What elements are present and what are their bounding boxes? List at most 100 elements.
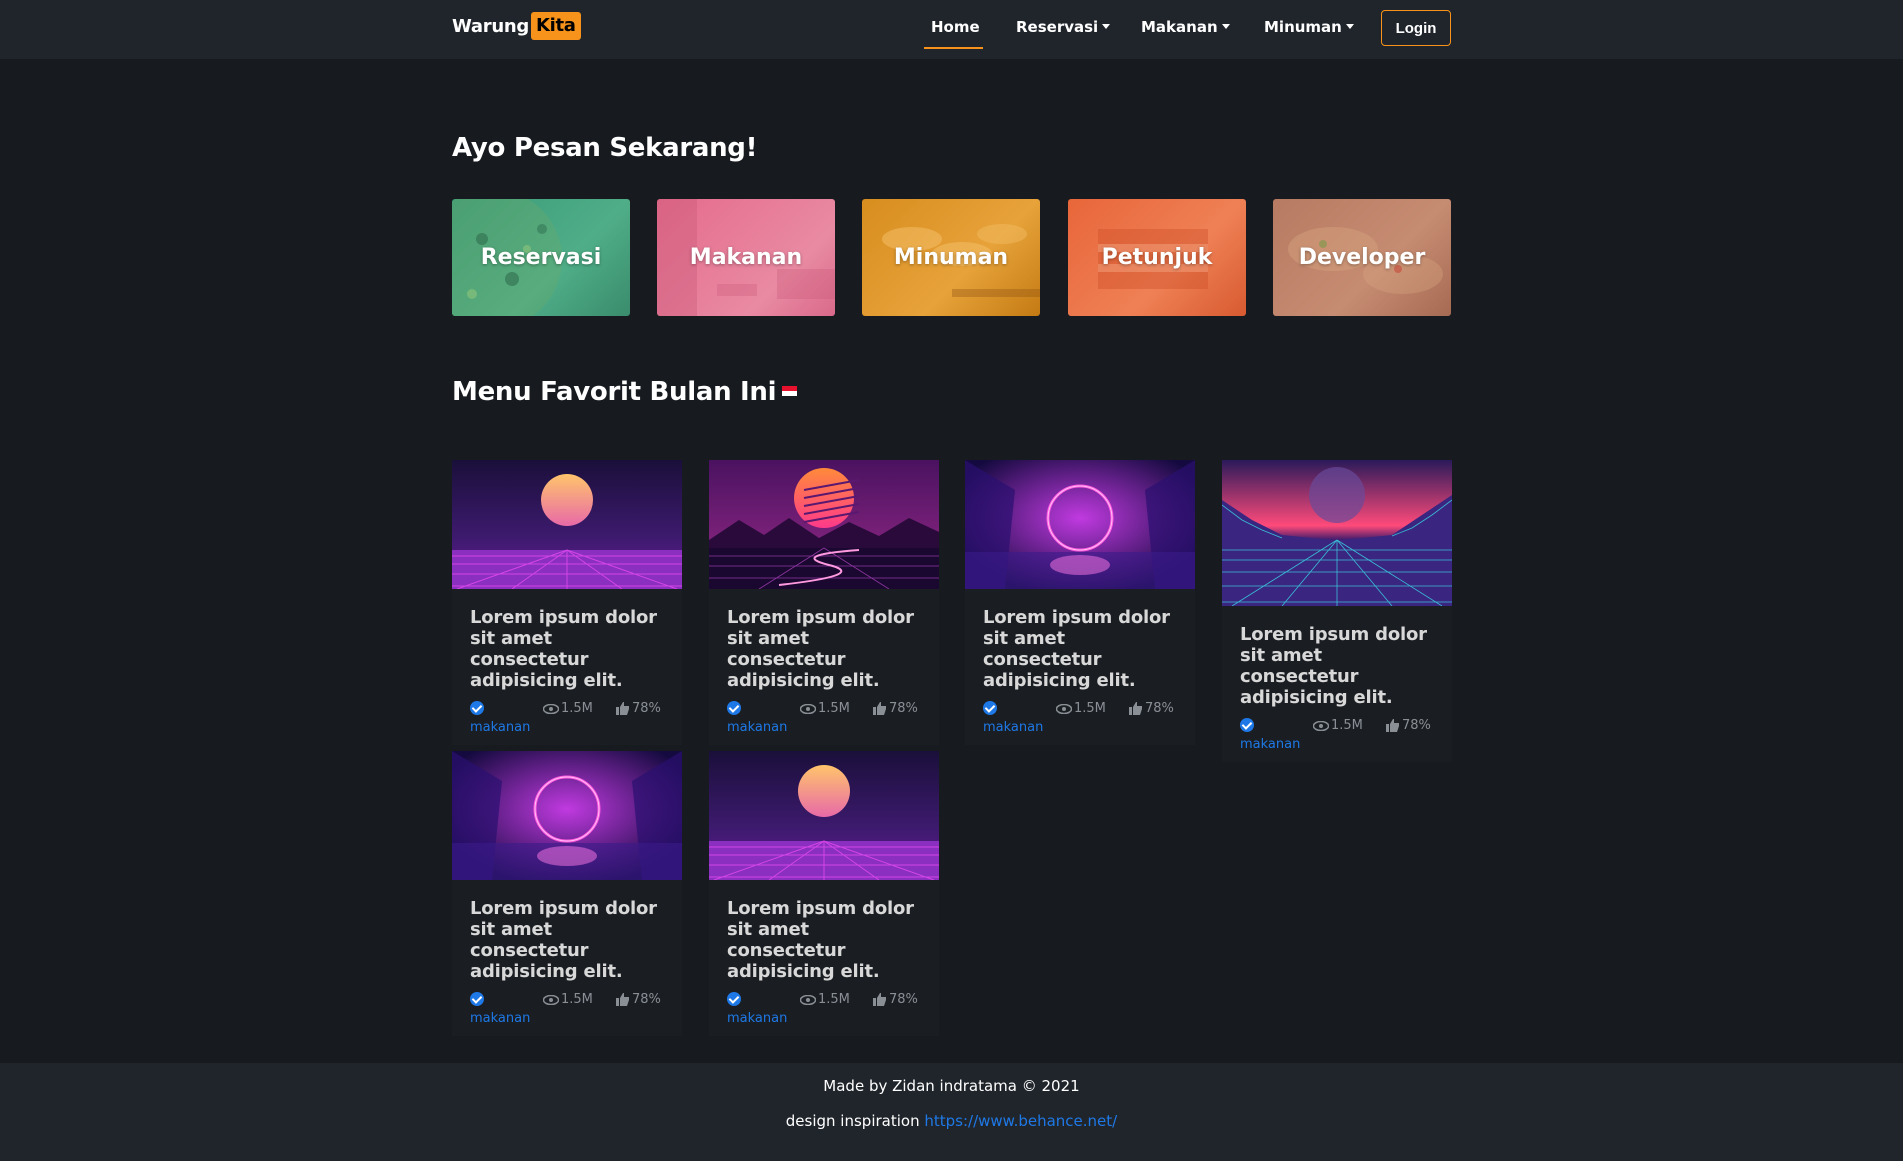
- footer: Made by Zidan indratama © 2021 design in…: [0, 1063, 1903, 1161]
- menu-card-views: 1.5M: [543, 992, 593, 1007]
- menu-card-views: 1.5M: [1056, 701, 1106, 716]
- tile-label: Petunjuk: [1101, 245, 1213, 270]
- verified-check-icon: [470, 992, 484, 1006]
- menu-card-category-link[interactable]: makanan: [727, 1009, 787, 1029]
- menu-card-likes-percent: 78%: [889, 701, 918, 716]
- menu-card-image: [452, 460, 682, 589]
- favorite-section-title: Menu Favorit Bulan Ini: [452, 377, 798, 407]
- eye-icon: [800, 703, 816, 714]
- category-tile-reservasi[interactable]: Reservasi: [452, 199, 630, 316]
- menu-card[interactable]: Lorem ipsum dolor sit amet consectetur a…: [1222, 460, 1452, 762]
- menu-card-image: [1222, 460, 1452, 606]
- verified-check-icon: [470, 701, 484, 715]
- eye-icon: [1313, 720, 1329, 731]
- thumbs-up-icon: [1386, 719, 1399, 732]
- tile-label: Reservasi: [480, 245, 602, 270]
- active-nav-indicator: [924, 47, 983, 49]
- brand-name-part1: Warung: [452, 15, 529, 37]
- menu-card[interactable]: Lorem ipsum dolor sit amet consectetur a…: [452, 751, 682, 1036]
- nav-minuman-label: Minuman: [1264, 18, 1342, 36]
- footer-credit: Made by Zidan indratama © 2021: [823, 1077, 1080, 1095]
- tile-label: Makanan: [689, 245, 803, 270]
- menu-card-title: Lorem ipsum dolor sit amet consectetur a…: [470, 607, 657, 691]
- thumbs-up-icon: [616, 993, 629, 1006]
- brand-name-part2: Kita: [530, 12, 581, 40]
- menu-card-views: 1.5M: [800, 701, 850, 716]
- menu-card-likes: 78%: [873, 992, 918, 1007]
- menu-card-likes: 78%: [1386, 718, 1431, 733]
- caret-down-icon: [1102, 23, 1111, 29]
- menu-card-category-link[interactable]: makanan: [470, 1009, 530, 1029]
- menu-card-title: Lorem ipsum dolor sit amet consectetur a…: [727, 898, 914, 982]
- caret-down-icon: [1221, 23, 1230, 29]
- footer-inspiration-label: design inspiration: [785, 1112, 920, 1130]
- verified-check-icon: [727, 701, 741, 715]
- menu-card-views: 1.5M: [800, 992, 850, 1007]
- menu-card-views-count: 1.5M: [1074, 701, 1106, 716]
- menu-card-likes-percent: 78%: [1145, 701, 1174, 716]
- menu-card-likes-percent: 78%: [632, 701, 661, 716]
- menu-card-category-link[interactable]: makanan: [983, 718, 1043, 738]
- menu-card-image: [709, 751, 939, 880]
- eye-icon: [1056, 703, 1072, 714]
- category-tile-developer[interactable]: Developer: [1273, 199, 1451, 316]
- menu-card-views-count: 1.5M: [1331, 718, 1363, 733]
- menu-card-likes: 78%: [1129, 701, 1174, 716]
- category-tile-petunjuk[interactable]: Petunjuk: [1068, 199, 1246, 316]
- menu-card[interactable]: Lorem ipsum dolor sit amet consectetur a…: [709, 460, 939, 745]
- category-tile-makanan[interactable]: Makanan: [657, 199, 835, 316]
- menu-card-views: 1.5M: [1313, 718, 1363, 733]
- nav-makanan-dropdown[interactable]: Makanan: [1141, 18, 1230, 36]
- menu-card-category-link[interactable]: makanan: [727, 718, 787, 738]
- tile-label: Developer: [1298, 245, 1426, 270]
- menu-card-views: 1.5M: [543, 701, 593, 716]
- indonesia-flag-icon: [782, 385, 798, 396]
- menu-card[interactable]: Lorem ipsum dolor sit amet consectetur a…: [452, 460, 682, 745]
- menu-card-likes-percent: 78%: [632, 992, 661, 1007]
- menu-card-likes-percent: 78%: [889, 992, 918, 1007]
- thumbs-up-icon: [1129, 702, 1142, 715]
- menu-card[interactable]: Lorem ipsum dolor sit amet consectetur a…: [709, 751, 939, 1036]
- menu-card-image: [452, 751, 682, 880]
- verified-check-icon: [983, 701, 997, 715]
- tile-label: Minuman: [893, 245, 1009, 270]
- thumbs-up-icon: [616, 702, 629, 715]
- nav-reservasi-dropdown[interactable]: Reservasi: [1016, 18, 1111, 36]
- caret-down-icon: [1345, 23, 1354, 29]
- verified-check-icon: [1240, 718, 1254, 732]
- navbar: Warung Kita Home Reservasi Makanan Minum…: [0, 0, 1903, 59]
- nav-minuman-dropdown[interactable]: Minuman: [1264, 18, 1354, 36]
- category-tile-minuman[interactable]: Minuman: [862, 199, 1040, 316]
- thumbs-up-icon: [873, 702, 886, 715]
- thumbs-up-icon: [873, 993, 886, 1006]
- menu-card-likes: 78%: [616, 992, 661, 1007]
- menu-card-image: [965, 460, 1195, 589]
- menu-card-title: Lorem ipsum dolor sit amet consectetur a…: [470, 898, 657, 982]
- menu-card-title: Lorem ipsum dolor sit amet consectetur a…: [1240, 624, 1427, 708]
- eye-icon: [800, 994, 816, 1005]
- menu-card-category-link[interactable]: makanan: [1240, 735, 1300, 755]
- menu-card[interactable]: Lorem ipsum dolor sit amet consectetur a…: [965, 460, 1195, 745]
- menu-card-title: Lorem ipsum dolor sit amet consectetur a…: [727, 607, 914, 691]
- behance-link[interactable]: https://www.behance.net/: [924, 1112, 1117, 1130]
- menu-card-likes: 78%: [616, 701, 661, 716]
- menu-card-likes: 78%: [873, 701, 918, 716]
- nav-home[interactable]: Home: [931, 18, 980, 36]
- eye-icon: [543, 994, 559, 1005]
- menu-card-views-count: 1.5M: [818, 992, 850, 1007]
- menu-card-views-count: 1.5M: [561, 992, 593, 1007]
- eye-icon: [543, 703, 559, 714]
- nav-home-label: Home: [931, 18, 980, 36]
- favorite-section-title-text: Menu Favorit Bulan Ini: [452, 377, 777, 407]
- login-button[interactable]: Login: [1381, 10, 1451, 46]
- brand-logo[interactable]: Warung Kita: [452, 12, 581, 40]
- menu-card-views-count: 1.5M: [818, 701, 850, 716]
- menu-card-likes-percent: 78%: [1402, 718, 1431, 733]
- order-section-title: Ayo Pesan Sekarang!: [452, 133, 758, 163]
- menu-card-category-link[interactable]: makanan: [470, 718, 530, 738]
- nav-makanan-label: Makanan: [1141, 18, 1218, 36]
- menu-card-title: Lorem ipsum dolor sit amet consectetur a…: [983, 607, 1170, 691]
- menu-card-image: [709, 460, 939, 589]
- verified-check-icon: [727, 992, 741, 1006]
- menu-card-views-count: 1.5M: [561, 701, 593, 716]
